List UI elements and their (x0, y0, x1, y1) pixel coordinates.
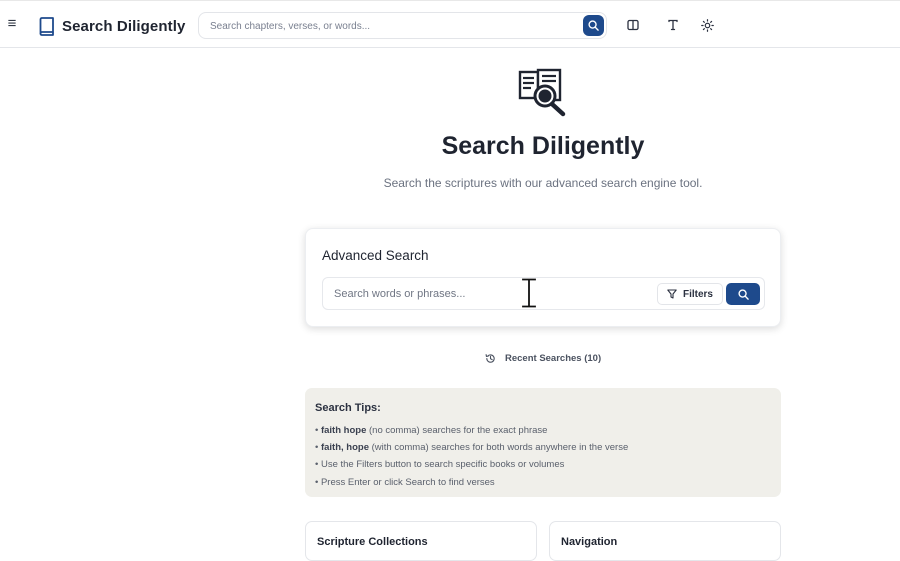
search-tip-item: • faith, hope (with comma) searches for … (315, 442, 629, 454)
search-tips-panel: Search Tips: • faith hope (no comma) sea… (305, 388, 781, 497)
filters-button[interactable]: Filters (657, 283, 723, 305)
search-tip-item: • Use the Filters button to search speci… (315, 459, 565, 471)
advanced-search-input[interactable] (334, 286, 654, 302)
text-cursor-icon (521, 278, 537, 308)
font-size-button[interactable] (664, 16, 682, 34)
advanced-search-card: Advanced Search Filters (305, 228, 781, 327)
page-title: Search Diligently (441, 132, 645, 160)
book-icon (39, 16, 54, 36)
layout-toggle-button[interactable] (624, 16, 642, 34)
menu-icon[interactable]: ≡ (4, 14, 20, 34)
search-tips-list: • faith hope (no comma) searches for the… (315, 422, 628, 491)
header-search-button[interactable] (583, 15, 604, 36)
scripture-collections-card[interactable]: Scripture Collections (305, 521, 537, 561)
advanced-search-title: Advanced Search (322, 248, 429, 263)
recent-searches-label: Recent Searches (10) (505, 352, 602, 364)
brand[interactable]: Search Diligently (38, 15, 185, 37)
search-tips-title: Search Tips: (315, 402, 381, 414)
brand-title: Search Diligently (62, 17, 186, 35)
top-navigation-bar: ≡ Search Diligently (0, 0, 900, 48)
sun-icon (700, 18, 714, 32)
search-icon (588, 20, 599, 31)
advanced-search-button[interactable] (726, 283, 760, 305)
scripture-collections-title: Scripture Collections (317, 536, 428, 548)
theme-toggle-button[interactable] (698, 16, 716, 34)
history-icon (485, 353, 495, 363)
advanced-search-field: Filters (322, 277, 765, 310)
page-subtitle: Search the scriptures with our advanced … (383, 176, 703, 190)
columns-icon (627, 19, 639, 31)
navigation-card[interactable]: Navigation (549, 521, 781, 561)
header-search (198, 12, 607, 39)
header-search-input[interactable] (210, 17, 570, 35)
document-search-icon (518, 68, 566, 117)
recent-searches-toggle[interactable]: Recent Searches (10) (485, 350, 601, 366)
navigation-title: Navigation (561, 536, 618, 548)
search-tip-item: • faith hope (no comma) searches for the… (315, 425, 548, 436)
filters-label: Filters (682, 288, 713, 300)
text-size-icon (668, 19, 678, 31)
search-icon (737, 288, 749, 300)
search-tip-item: • Press Enter or click Search to find ve… (315, 476, 495, 488)
filter-icon (667, 289, 677, 299)
